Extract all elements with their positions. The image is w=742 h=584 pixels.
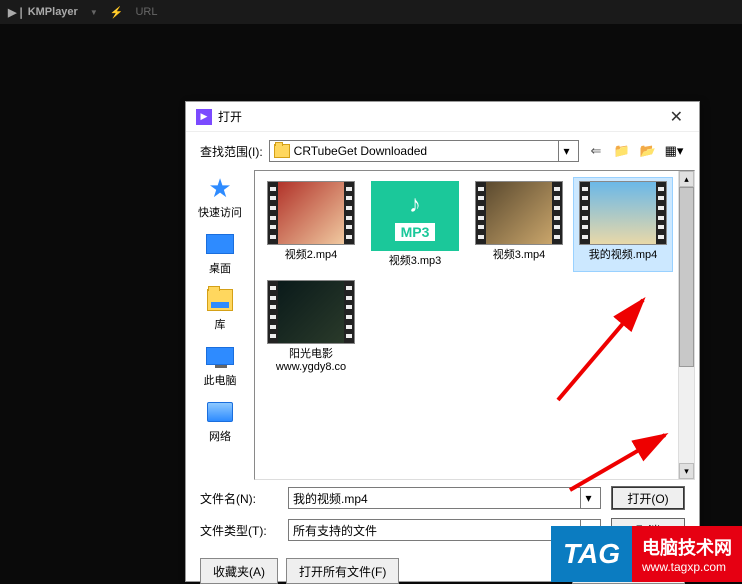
folder-name: CRTubeGet Downloaded — [294, 144, 558, 158]
filetype-value: 所有支持的文件 — [293, 522, 580, 539]
video-thumbnail — [475, 181, 563, 245]
open-dialog: 打开 ✕ 查找范围(I): CRTubeGet Downloaded ▾ ⇐ 📁… — [185, 101, 700, 582]
file-name: 阳光电影www.ygdy8.co — [276, 348, 346, 374]
file-item[interactable]: 视频3.mp4 — [469, 177, 569, 272]
watermark-text: 电脑技术网 www.tagxp.com — [632, 526, 742, 582]
sidebar-item-pc[interactable]: 此电脑 — [204, 342, 237, 388]
lookup-label: 查找范围(I): — [200, 143, 263, 160]
filename-input[interactable]: 我的视频.mp4 ▾ — [288, 487, 601, 509]
sidebar-item-label: 库 — [215, 316, 226, 332]
chevron-down-icon[interactable]: ▼ — [90, 8, 98, 17]
chevron-down-icon[interactable]: ▾ — [558, 141, 574, 161]
desktop-icon — [204, 230, 236, 258]
mp3-icon: ♪MP3 — [371, 181, 459, 251]
sidebar-item-label: 桌面 — [209, 260, 231, 276]
file-item[interactable]: 视频2.mp4 — [261, 177, 361, 272]
video-thumbnail — [579, 181, 667, 245]
sidebar-item-lib[interactable]: 库 — [204, 286, 236, 332]
filename-row: 文件名(N): 我的视频.mp4 ▾ 打开(O) — [200, 486, 685, 510]
sidebar-item-label: 此电脑 — [204, 372, 237, 388]
file-item[interactable]: ♪MP3 视频3.mp3 — [365, 177, 465, 272]
file-item[interactable]: 我的视频.mp4 — [573, 177, 673, 272]
scroll-down-icon[interactable]: ▾ — [679, 463, 694, 479]
pc-icon — [204, 342, 236, 370]
lookup-row: 查找范围(I): CRTubeGet Downloaded ▾ ⇐ 📁 📂 ▦▾ — [186, 132, 699, 170]
sidebar-item-desktop[interactable]: 桌面 — [204, 230, 236, 276]
watermark-line2: www.tagxp.com — [642, 560, 732, 574]
file-item[interactable]: 阳光电影www.ygdy8.co — [261, 276, 361, 378]
library-icon — [204, 286, 236, 314]
watermark: TAG 电脑技术网 www.tagxp.com — [551, 526, 742, 582]
sidebar-item-label: 网络 — [209, 428, 231, 444]
folder-combo[interactable]: CRTubeGet Downloaded ▾ — [269, 140, 579, 162]
folder-icon — [274, 144, 290, 158]
file-name: 视频3.mp4 — [493, 249, 546, 262]
brand-text: KMPlayer — [28, 6, 78, 18]
filename-value: 我的视频.mp4 — [293, 490, 580, 507]
close-icon[interactable]: ✕ — [664, 107, 689, 127]
new-folder-icon[interactable]: 📂 — [637, 141, 659, 161]
star-icon: ★ — [204, 174, 236, 202]
play-icon: ▶❘ — [8, 6, 26, 19]
file-name: 我的视频.mp4 — [589, 249, 657, 262]
dialog-titlebar: 打开 ✕ — [186, 102, 699, 132]
filename-label: 文件名(N): — [200, 490, 278, 507]
sidebar-item-label: 快速访问 — [198, 204, 242, 220]
open-button[interactable]: 打开(O) — [611, 486, 685, 510]
file-name: 视频2.mp4 — [285, 249, 338, 262]
video-thumbnail — [267, 280, 355, 344]
file-list[interactable]: 视频2.mp4 ♪MP3 视频3.mp3 视频3.mp4 我的视频.mp4 阳光电影www… — [254, 170, 695, 480]
nav-icons: ⇐ 📁 📂 ▦▾ — [585, 141, 685, 161]
back-icon[interactable]: ⇐ — [585, 141, 607, 161]
kmplayer-logo: ▶❘ KMPlayer — [8, 6, 78, 19]
watermark-line1: 电脑技术网 — [642, 534, 732, 560]
url-label[interactable]: URL — [135, 6, 157, 18]
watermark-tag: TAG — [551, 526, 632, 582]
video-thumbnail — [267, 181, 355, 245]
filetype-label: 文件类型(T): — [200, 522, 278, 539]
scrollbar[interactable]: ▴ ▾ — [678, 171, 694, 479]
favorites-button[interactable]: 收藏夹(A) — [200, 558, 278, 584]
dialog-body: ★ 快速访问 桌面 库 此电脑 网络 视频2.mp4 ♪MP3 视频3.mp3 视频3… — [186, 170, 699, 480]
dialog-title-text: 打开 — [218, 108, 242, 125]
places-sidebar: ★ 快速访问 桌面 库 此电脑 网络 — [186, 170, 254, 480]
kmplayer-titlebar: ▶❘ KMPlayer ▼ ⚡ URL — [0, 0, 742, 24]
file-name: 视频3.mp3 — [389, 255, 442, 268]
up-folder-icon[interactable]: 📁 — [611, 141, 633, 161]
scroll-up-icon[interactable]: ▴ — [679, 171, 694, 187]
open-all-button[interactable]: 打开所有文件(F) — [286, 558, 399, 584]
app-icon — [196, 109, 212, 125]
sidebar-item-quick[interactable]: ★ 快速访问 — [198, 174, 242, 220]
scrollbar-thumb[interactable] — [679, 187, 694, 367]
bolt-icon[interactable]: ⚡ — [110, 6, 124, 19]
network-icon — [204, 398, 236, 426]
view-menu-icon[interactable]: ▦▾ — [663, 141, 685, 161]
sidebar-item-network[interactable]: 网络 — [204, 398, 236, 444]
chevron-down-icon[interactable]: ▾ — [580, 488, 596, 508]
